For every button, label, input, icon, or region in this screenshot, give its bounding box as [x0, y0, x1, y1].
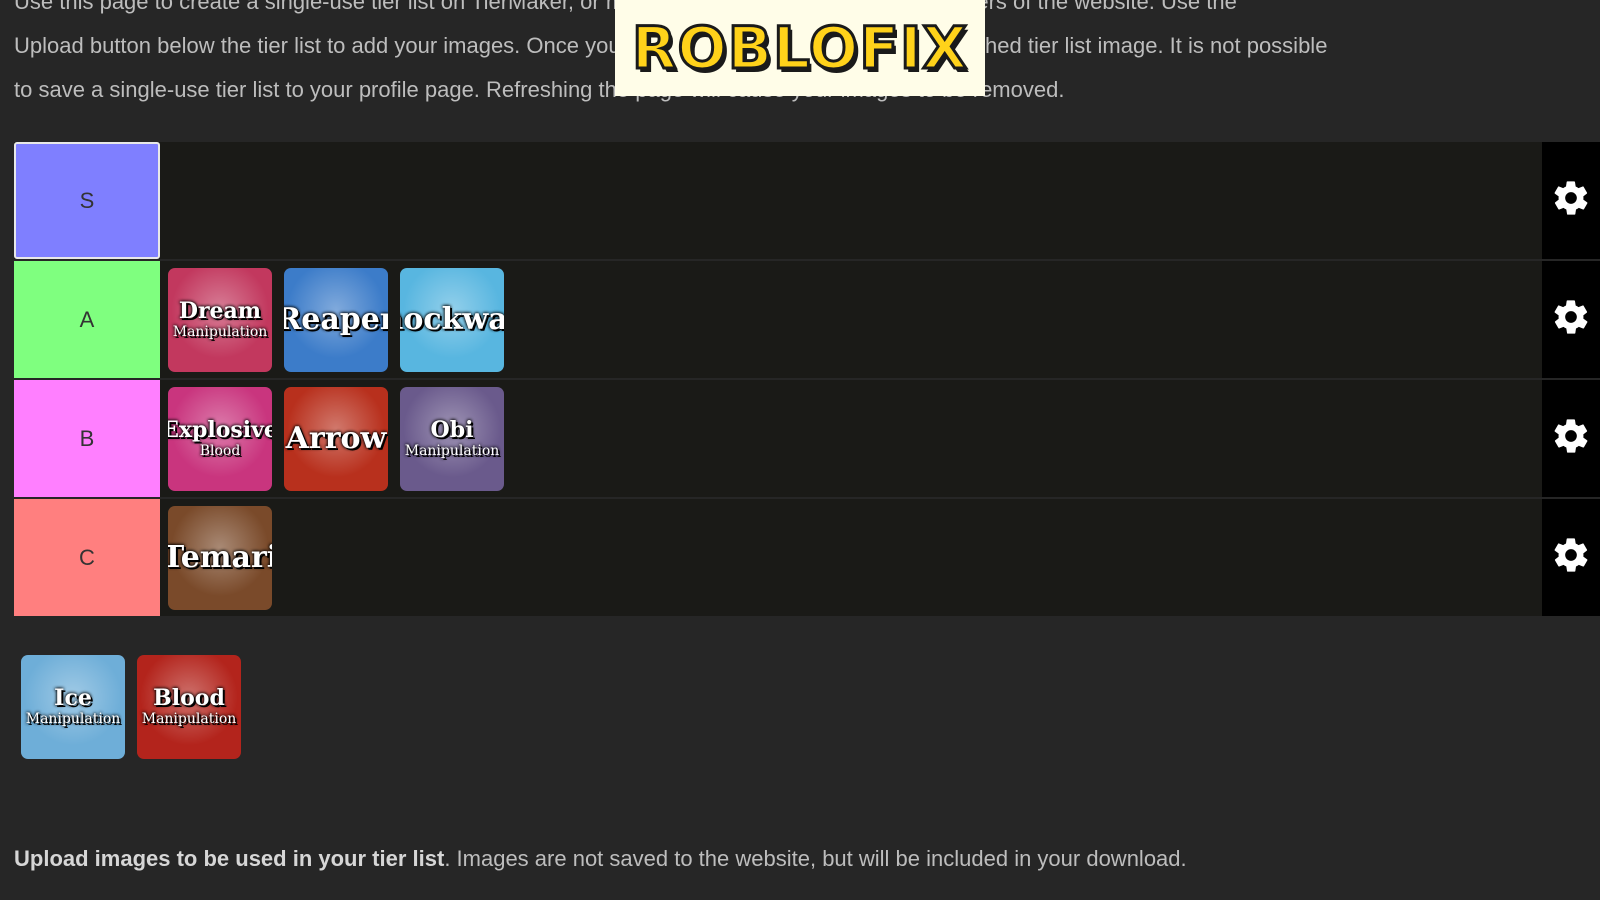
tier-item-image[interactable]: Arrow: [284, 386, 388, 491]
tier-item-title: Ice: [54, 685, 92, 711]
tier-item-subtitle: Blood: [199, 442, 241, 459]
tier-item-title: Shockwave: [400, 301, 504, 337]
tier-item-title: Dream: [178, 297, 262, 324]
tier-item-image[interactable]: Shockwave: [400, 267, 504, 372]
upload-instructions-bold: Upload images to be used in your tier li…: [14, 846, 445, 871]
gear-icon: [1551, 178, 1591, 223]
tier-settings-button[interactable]: [1542, 499, 1600, 616]
tier-items-dropzone[interactable]: Temari: [160, 499, 1600, 616]
tier-items-dropzone[interactable]: [160, 142, 1600, 259]
tier-item-subtitle: Manipulation: [404, 442, 500, 459]
image-pool: Ice Manipulation Blood Manipulation: [21, 655, 241, 759]
tier-label-s[interactable]: S: [14, 142, 160, 259]
tier-item-title: Blood: [153, 685, 225, 711]
tier-item-image[interactable]: Blood Manipulation: [137, 655, 241, 759]
tier-item-subtitle: Manipulation: [25, 711, 121, 727]
tier-item-subtitle: Manipulation: [172, 323, 268, 340]
tier-item-image[interactable]: Obi Manipulation: [400, 386, 504, 491]
tier-row-b: B Explosive Blood Arrow Obi Manipulation: [14, 380, 1600, 499]
tier-item-image[interactable]: Dream Manipulation: [168, 267, 272, 372]
tier-item-image[interactable]: Reaper: [284, 267, 388, 372]
tier-row-s: S: [14, 142, 1600, 261]
tier-label-b[interactable]: B: [14, 380, 160, 497]
tier-item-title: Temari: [168, 539, 272, 575]
upload-instructions: Upload images to be used in your tier li…: [14, 846, 1187, 872]
tier-item-title: Obi: [430, 416, 474, 443]
tier-items-dropzone[interactable]: Explosive Blood Arrow Obi Manipulation: [160, 380, 1600, 497]
tier-settings-button[interactable]: [1542, 380, 1600, 497]
watermark: ROBLOFIX: [615, 0, 985, 96]
tier-items-dropzone[interactable]: DreamManipulation Reaper Shockwave: [160, 261, 1600, 378]
tier-item-subtitle: Manipulation: [141, 711, 237, 727]
tier-row-a: ADreamManipulationReaperShockwave: [14, 261, 1600, 380]
gear-icon: [1551, 416, 1591, 461]
watermark-logo: ROBLOFIX: [630, 13, 969, 84]
tier-row-c: CTemari: [14, 499, 1600, 618]
tier-item-image[interactable]: Temari: [168, 505, 272, 610]
tier-item-image[interactable]: Ice Manipulation: [21, 655, 125, 759]
upload-instructions-rest: . Images are not saved to the website, b…: [444, 846, 1187, 871]
tier-item-title: Arrow: [285, 420, 387, 456]
gear-icon: [1551, 297, 1591, 342]
tier-item-title: Explosive: [168, 416, 272, 443]
tier-label-c[interactable]: C: [14, 499, 160, 616]
tier-item-image[interactable]: Explosive Blood: [168, 386, 272, 491]
tier-item-title: Reaper: [284, 301, 388, 337]
gear-icon: [1551, 535, 1591, 580]
tier-settings-button[interactable]: [1542, 261, 1600, 378]
tier-label-a[interactable]: A: [14, 261, 160, 378]
tier-settings-button[interactable]: [1542, 142, 1600, 259]
tier-table: SADreamManipulationReaperShockwaveBExplo…: [14, 142, 1600, 618]
